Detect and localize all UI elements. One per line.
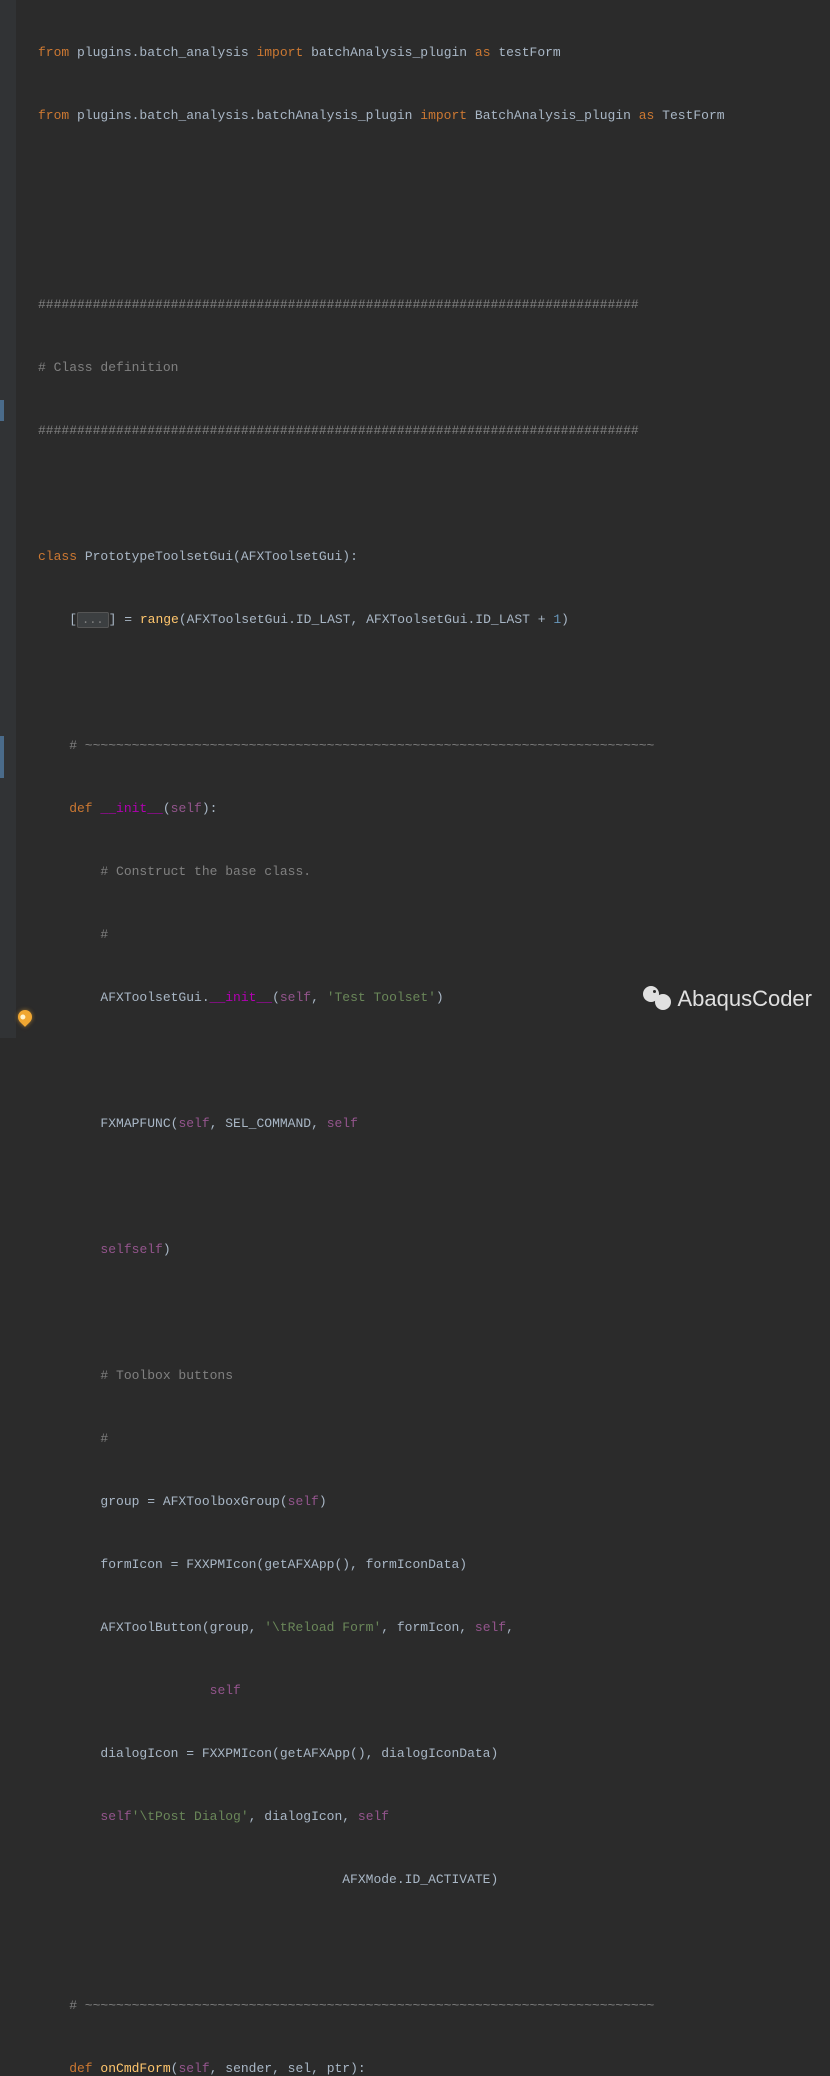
code-line[interactable]: # [38,924,830,945]
code-line[interactable]: FXMAPFUNC(self, SEL_COMMAND, self [38,1113,830,1134]
code-line[interactable]: formIcon = FXXPMIcon(getAFXApp(), formIc… [38,1554,830,1575]
code-line[interactable]: [...] = range(AFXToolsetGui.ID_LAST, AFX… [38,609,830,630]
code-line[interactable]: # [38,1428,830,1449]
code-line[interactable]: def onCmdForm(self, sender, sel, ptr): [38,2058,830,2076]
code-line[interactable]: ########################################… [38,420,830,441]
bulb-col [16,0,36,1038]
code-line[interactable]: # Construct the base class. [38,861,830,882]
code-line[interactable]: selfself) [38,1239,830,1260]
change-marker [0,736,4,778]
code-line[interactable]: group = AFXToolboxGroup(self) [38,1491,830,1512]
intention-bulb-icon[interactable] [15,1007,35,1027]
code-line[interactable]: # ~~~~~~~~~~~~~~~~~~~~~~~~~~~~~~~~~~~~~~… [38,1995,830,2016]
change-marker [0,400,4,421]
code-line[interactable]: AFXMode.ID_ACTIVATE) [38,1869,830,1890]
gutter [0,0,16,1038]
folded-code[interactable]: ... [77,612,109,628]
code-line[interactable]: self'\tPost Dialog', dialogIcon, self [38,1806,830,1827]
code-line[interactable]: class PrototypeToolsetGui(AFXToolsetGui)… [38,546,830,567]
code-line[interactable]: dialogIcon = FXXPMIcon(getAFXApp(), dial… [38,1743,830,1764]
code-line[interactable]: def __init__(self): [38,798,830,819]
code-editor[interactable]: from plugins.batch_analysis import batch… [0,0,830,1038]
code-line[interactable]: # Class definition [38,357,830,378]
code-line[interactable]: # ~~~~~~~~~~~~~~~~~~~~~~~~~~~~~~~~~~~~~~… [38,735,830,756]
watermark-text: AbaqusCoder [677,988,812,1009]
code-area[interactable]: from plugins.batch_analysis import batch… [36,0,830,1038]
watermark: AbaqusCoder [643,986,812,1010]
code-line[interactable]: self [38,1680,830,1701]
code-line[interactable]: AFXToolButton(group, '\tReload Form', fo… [38,1617,830,1638]
code-line[interactable]: from plugins.batch_analysis import batch… [38,42,830,63]
code-line[interactable]: # Toolbox buttons [38,1365,830,1386]
wechat-icon [643,986,671,1010]
code-line[interactable]: ########################################… [38,294,830,315]
code-line[interactable]: from plugins.batch_analysis.batchAnalysi… [38,105,830,126]
